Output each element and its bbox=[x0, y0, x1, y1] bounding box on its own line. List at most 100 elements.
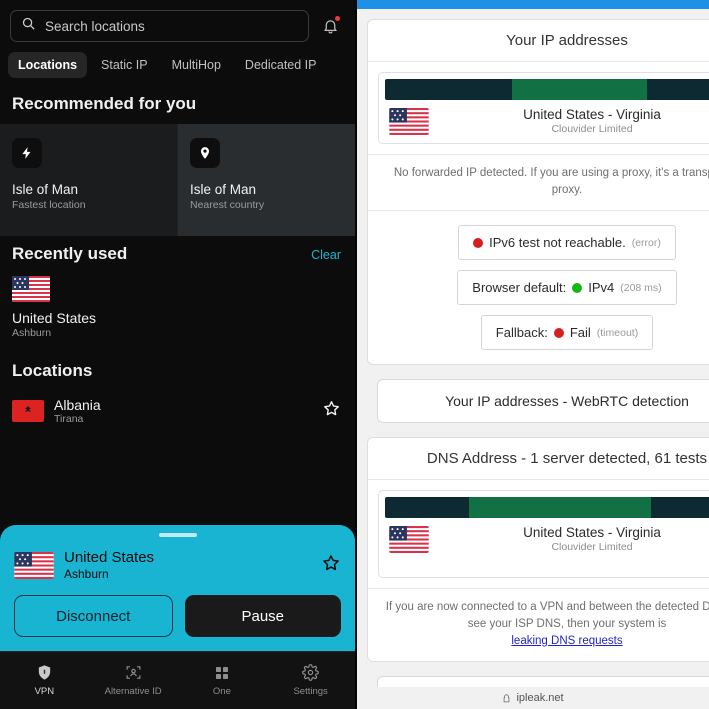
nav-label: Settings bbox=[293, 686, 328, 697]
search-input[interactable]: Search locations bbox=[10, 10, 309, 42]
connected-location-text: United States Ashburn bbox=[64, 549, 311, 581]
tab-static-ip[interactable]: Static IP bbox=[91, 52, 158, 78]
star-outline-icon[interactable] bbox=[322, 399, 341, 423]
map-pin-icon bbox=[190, 138, 220, 168]
browser-panel: Your IP addresses United States - Virgin… bbox=[355, 0, 709, 709]
tab-dedicated-ip[interactable]: Dedicated IP bbox=[235, 52, 327, 78]
recent-item-name: United States bbox=[12, 310, 97, 326]
us-flag bbox=[14, 551, 54, 579]
ipv6-test-row: IPv6 test not reachable. (error) bbox=[368, 210, 709, 266]
browser-default-pill: Browser default: IPv4 (208 ms) bbox=[457, 270, 677, 306]
tab-multihop[interactable]: MultiHop bbox=[162, 52, 231, 78]
clear-recent-button[interactable]: Clear bbox=[311, 248, 341, 262]
ipleak-page: Your IP addresses United States - Virgin… bbox=[357, 9, 709, 709]
tab-bar: Locations Static IP MultiHop Dedicated I… bbox=[0, 42, 355, 86]
ip-addresses-card: Your IP addresses United States - Virgin… bbox=[367, 19, 709, 366]
status-dot-ok bbox=[572, 282, 583, 293]
location-item-sub: Tirana bbox=[54, 413, 84, 425]
recent-item-united-states[interactable]: United States Ashburn bbox=[0, 274, 355, 339]
nav-label: Alternative ID bbox=[104, 686, 162, 697]
ip-result-box: United States - Virginia Clouvider Limit… bbox=[378, 72, 709, 144]
dns-location-row: United States - Virginia Clouvider Limit… bbox=[385, 518, 709, 555]
us-flag bbox=[389, 107, 429, 135]
nav-label: One bbox=[212, 685, 231, 697]
dns-address-card: DNS Address - 1 server detected, 61 test… bbox=[367, 437, 709, 663]
connected-location-name: United States bbox=[64, 549, 155, 566]
connection-sheet: United States Ashburn Disconnect Pause bbox=[0, 525, 355, 651]
forwarded-ip-note: No forwarded IP detected. If you are usi… bbox=[368, 154, 709, 210]
dns-isp: Clouvider Limited bbox=[551, 541, 633, 554]
dns-leak-note: If you are now connected to a VPN and be… bbox=[368, 588, 709, 661]
recently-used-header: Recently used Clear bbox=[0, 236, 355, 274]
dns-hit-count-row: 122 hit bbox=[385, 555, 709, 571]
site-footer: ipleak.net bbox=[357, 687, 709, 709]
dns-address-title: DNS Address - 1 server detected, 61 test… bbox=[368, 438, 709, 481]
recommended-row: Isle of Man Fastest location Isle of Man… bbox=[0, 124, 355, 236]
ip-isp: Clouvider Limited bbox=[551, 123, 633, 135]
grid-icon bbox=[215, 666, 228, 679]
pause-button[interactable]: Pause bbox=[184, 595, 341, 637]
recent-item-sub: Ashburn bbox=[12, 327, 52, 339]
vpn-app-panel: Search locations Locations Static IP Mul… bbox=[0, 0, 355, 709]
connected-location: United States Ashburn bbox=[14, 549, 341, 581]
ip-country: United States - Virginia bbox=[523, 107, 661, 122]
connected-location-sub: Ashburn bbox=[64, 567, 109, 581]
shield-icon bbox=[38, 665, 51, 680]
ip-addresses-title: Your IP addresses bbox=[368, 20, 709, 62]
status-dot-error bbox=[473, 237, 484, 248]
recommended-sub: Fastest location bbox=[12, 199, 86, 211]
star-outline-icon[interactable] bbox=[321, 553, 341, 578]
recommended-sub: Nearest country bbox=[190, 199, 265, 211]
location-item-albania[interactable]: Albania Tirana bbox=[0, 391, 355, 431]
search-row: Search locations bbox=[0, 0, 355, 42]
albania-flag bbox=[12, 400, 44, 422]
browser-header-bar bbox=[357, 0, 709, 9]
dns-location-text: United States - Virginia Clouvider Limit… bbox=[439, 525, 709, 553]
sheet-drag-handle[interactable] bbox=[158, 533, 197, 537]
webrtc-detection-button[interactable]: Your IP addresses - WebRTC detection bbox=[377, 379, 709, 424]
nav-item-one[interactable]: One bbox=[178, 652, 267, 709]
fallback-detail: (timeout) bbox=[596, 326, 639, 339]
location-item-text: Albania Tirana bbox=[54, 397, 312, 425]
recommended-name: Isle of Man bbox=[190, 182, 257, 197]
browser-default-prefix: Browser default: bbox=[472, 280, 567, 296]
ipv6-test-label: IPv6 test not reachable. bbox=[489, 235, 626, 251]
redacted-dns-bar bbox=[385, 497, 709, 519]
nav-item-vpn[interactable]: VPN bbox=[0, 652, 89, 709]
fallback-label: Fail bbox=[569, 325, 591, 341]
recommended-name: Isle of Man bbox=[12, 182, 79, 197]
disconnect-button[interactable]: Disconnect bbox=[14, 595, 173, 637]
recommended-card-fastest[interactable]: Isle of Man Fastest location bbox=[0, 124, 178, 236]
notification-badge bbox=[335, 16, 340, 21]
dns-result-box: United States - Virginia Clouvider Limit… bbox=[378, 490, 709, 579]
ipv6-test-detail: (error) bbox=[631, 236, 661, 249]
lock-icon bbox=[504, 693, 510, 702]
us-flag bbox=[12, 276, 50, 302]
fallback-row: Fallback: Fail (timeout) bbox=[368, 311, 709, 364]
leaking-dns-requests-link[interactable]: leaking DNS requests bbox=[511, 635, 622, 647]
face-scan-icon bbox=[126, 666, 141, 679]
locations-title: Locations bbox=[12, 361, 93, 380]
fallback-prefix: Fallback: bbox=[495, 325, 548, 341]
connection-actions: Disconnect Pause bbox=[14, 595, 341, 637]
browser-default-row: Browser default: IPv4 (208 ms) bbox=[368, 266, 709, 311]
notifications-button[interactable] bbox=[315, 11, 345, 41]
dns-leak-note-text: If you are now connected to a VPN and be… bbox=[385, 601, 709, 631]
site-domain: ipleak.net bbox=[516, 692, 564, 704]
status-dot-error bbox=[553, 327, 564, 338]
recently-used-title: Recently used bbox=[12, 244, 128, 263]
nav-item-settings[interactable]: Settings bbox=[266, 652, 355, 709]
ipv6-test-pill: IPv6 test not reachable. (error) bbox=[458, 225, 676, 261]
recommended-card-nearest[interactable]: Isle of Man Nearest country bbox=[178, 124, 355, 236]
browser-default-detail: (208 ms) bbox=[620, 281, 662, 294]
recommended-title: Recommended for you bbox=[12, 94, 197, 113]
lightning-icon bbox=[12, 138, 42, 168]
search-placeholder: Search locations bbox=[45, 18, 145, 34]
location-item-name: Albania bbox=[54, 397, 101, 413]
tab-locations[interactable]: Locations bbox=[8, 52, 88, 78]
us-flag bbox=[389, 525, 429, 553]
ip-location-row: United States - Virginia Clouvider Limit… bbox=[385, 100, 709, 137]
dns-country: United States - Virginia bbox=[523, 525, 661, 541]
nav-item-alternative-id[interactable]: Alternative ID bbox=[89, 652, 178, 709]
bottom-navigation: VPN Alternative ID One Settings bbox=[0, 651, 355, 709]
